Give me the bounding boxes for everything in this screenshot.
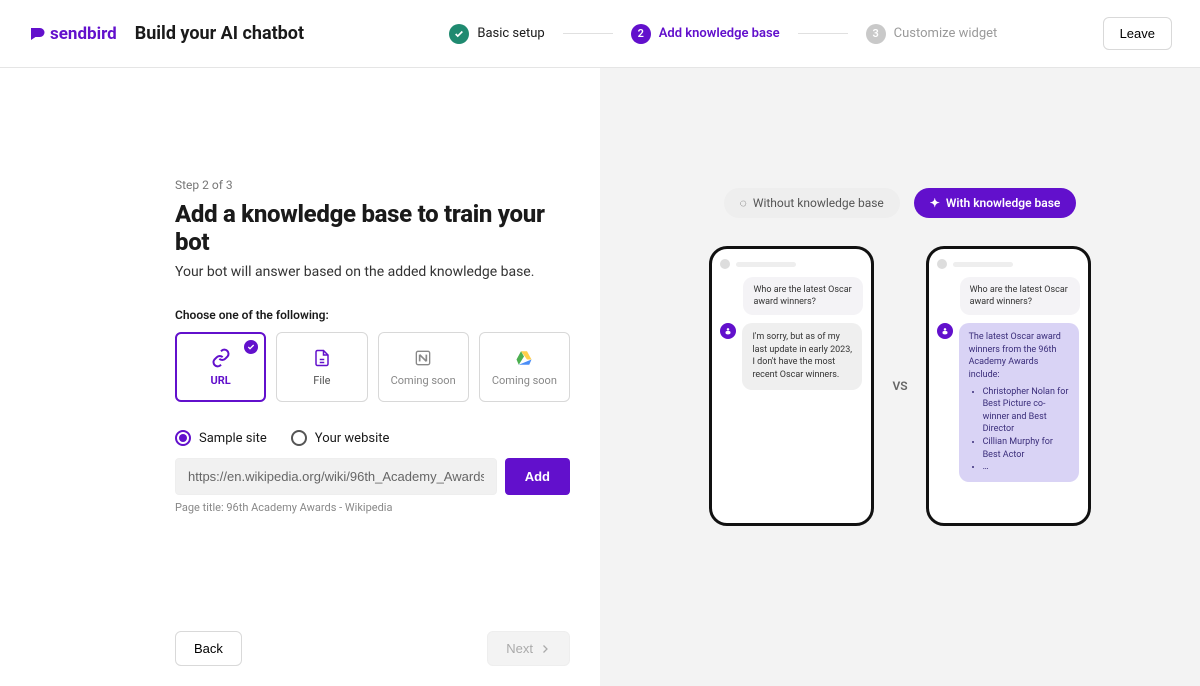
brand-text: sendbird xyxy=(50,24,117,44)
step-counter: Step 2 of 3 xyxy=(175,178,570,192)
card-url[interactable]: URL xyxy=(175,332,266,402)
subheading: Your bot will answer based on the added … xyxy=(175,264,570,280)
radio-sample-site[interactable]: Sample site xyxy=(175,430,267,446)
phone-with-kb: Who are the latest Oscar award winners? … xyxy=(926,246,1091,526)
url-source-radios: Sample site Your website xyxy=(175,430,570,446)
add-button[interactable]: Add xyxy=(505,458,570,495)
leave-button[interactable]: Leave xyxy=(1103,17,1172,50)
radio-dot-icon xyxy=(291,430,307,446)
card-google-drive: Coming soon xyxy=(479,332,570,402)
file-icon xyxy=(312,348,332,368)
url-input[interactable] xyxy=(175,458,497,495)
bot-answer-plain: I'm sorry, but as of my last update in e… xyxy=(742,323,862,389)
radio-your-website[interactable]: Your website xyxy=(291,430,390,446)
check-icon xyxy=(454,29,464,39)
phone-without-kb: Who are the latest Oscar award winners? … xyxy=(709,246,874,526)
back-button[interactable]: Back xyxy=(175,631,242,666)
preview-panel: ◌ Without knowledge base ✦ With knowledg… xyxy=(600,68,1200,686)
page-title: Build your AI chatbot xyxy=(135,23,304,44)
vs-label: VS xyxy=(892,379,907,393)
choose-label: Choose one of the following: xyxy=(175,308,570,322)
sendbird-logo: sendbird xyxy=(28,24,117,44)
sendbird-icon xyxy=(28,25,46,43)
google-drive-icon xyxy=(514,348,534,368)
user-question: Who are the latest Oscar award winners? xyxy=(743,277,863,315)
form-panel: Step 2 of 3 Add a knowledge base to trai… xyxy=(0,68,600,686)
radio-dot-icon xyxy=(175,430,191,446)
source-cards: URL File Coming soon Coming soon xyxy=(175,332,570,402)
pill-without-kb[interactable]: ◌ Without knowledge base xyxy=(724,188,900,218)
logo-block: sendbird Build your AI chatbot xyxy=(28,23,304,44)
step-add-knowledge-base[interactable]: 2 Add knowledge base xyxy=(631,24,780,44)
main-heading: Add a knowledge base to train your bot xyxy=(175,200,570,256)
bot-avatar-icon xyxy=(720,323,736,339)
next-button[interactable]: Next xyxy=(487,631,570,666)
link-icon xyxy=(211,348,231,368)
bot-answer-kb: The latest Oscar award winners from the … xyxy=(959,323,1079,482)
header: sendbird Build your AI chatbot Basic set… xyxy=(0,0,1200,68)
selected-check-icon xyxy=(244,340,258,354)
loading-icon: ◌ xyxy=(740,196,747,210)
step-customize-widget[interactable]: 3 Customize widget xyxy=(866,24,998,44)
chevron-right-icon xyxy=(539,643,551,655)
sparkle-icon: ✦ xyxy=(930,196,940,210)
step-basic-setup[interactable]: Basic setup xyxy=(449,24,544,44)
stepper: Basic setup 2 Add knowledge base 3 Custo… xyxy=(409,24,997,44)
card-notion: Coming soon xyxy=(378,332,469,402)
pill-with-kb[interactable]: ✦ With knowledge base xyxy=(914,188,1077,218)
page-title-hint: Page title: 96th Academy Awards - Wikipe… xyxy=(175,501,570,514)
notion-icon xyxy=(413,348,433,368)
bot-avatar-icon xyxy=(937,323,953,339)
user-question: Who are the latest Oscar award winners? xyxy=(960,277,1080,315)
card-file[interactable]: File xyxy=(276,332,367,402)
